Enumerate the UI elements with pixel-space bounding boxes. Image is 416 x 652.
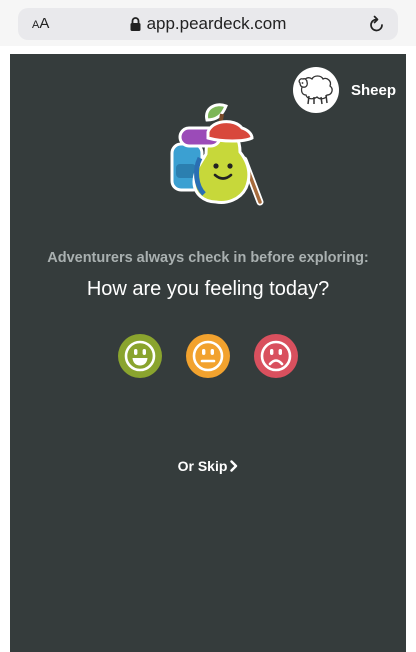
url-text: app.peardeck.com — [146, 14, 287, 33]
reload-icon[interactable] — [368, 14, 386, 39]
skip-link[interactable]: Or Skip — [10, 458, 406, 475]
mood-neutral-button[interactable] — [186, 334, 230, 378]
checkin-subtitle: Adventurers always check in before explo… — [47, 250, 369, 266]
mood-options — [10, 334, 406, 378]
mood-sad-button[interactable] — [254, 334, 298, 378]
checkin-question: How are you feeling today? — [86, 278, 330, 300]
url-display[interactable]: app.peardeck.com — [18, 14, 398, 36]
neutral-face-icon — [192, 340, 224, 372]
address-bar[interactable]: AA app.peardeck.com — [18, 8, 398, 40]
happy-face-icon — [124, 340, 156, 372]
mood-happy-button[interactable] — [118, 334, 162, 378]
sheep-icon — [298, 75, 333, 105]
skip-label: Or Skip — [177, 458, 228, 474]
sad-face-icon — [260, 340, 292, 372]
lock-icon — [130, 16, 141, 36]
chevron-right-icon — [230, 459, 238, 475]
user-badge[interactable]: Sheep — [292, 66, 396, 114]
browser-toolbar: AA app.peardeck.com — [0, 0, 416, 46]
user-name: Sheep — [350, 81, 396, 99]
checkin-screen: Sheep Adventurers always check in before… — [10, 54, 406, 652]
avatar[interactable] — [292, 67, 339, 113]
pear-adventurer-icon — [160, 98, 270, 215]
